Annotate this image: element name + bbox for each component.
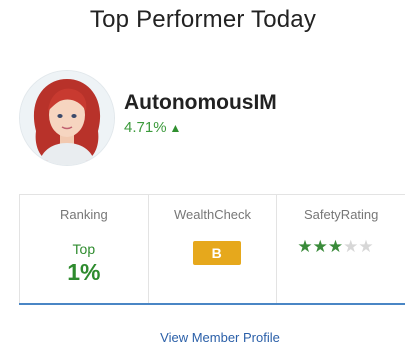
safetyrating-stat: SafetyRating ★★★★★ <box>276 195 405 303</box>
avatar-illustration <box>20 71 114 165</box>
ranking-label: Ranking <box>59 207 108 222</box>
ranking-percent: 1% <box>67 259 101 285</box>
safetyrating-label: SafetyRating <box>303 207 379 222</box>
wealthcheck-grade-badge: B <box>192 241 241 265</box>
star-filled-icon: ★ <box>327 237 344 256</box>
star-empty-icon: ★ <box>343 237 359 256</box>
safety-stars: ★★★★★ <box>297 237 373 257</box>
wealthcheck-label: WealthCheck <box>173 207 252 222</box>
stats-panel: Ranking Top 1% WealthCheck B SafetyRatin… <box>19 194 405 305</box>
view-member-profile-link[interactable]: View Member Profile <box>0 330 406 345</box>
wealthcheck-stat: WealthCheck B <box>147 195 277 303</box>
widget-title: Top Performer Today <box>89 6 317 33</box>
star-filled-icon: ★ <box>297 237 313 256</box>
star-empty-icon: ★ <box>358 237 374 256</box>
star-filled-icon: ★ <box>312 237 328 256</box>
member-name[interactable]: AutonomousIM <box>124 91 277 115</box>
up-arrow-icon: ▲ <box>169 121 182 135</box>
member-avatar[interactable] <box>19 70 115 166</box>
ranking-stat: Ranking Top 1% <box>19 195 148 303</box>
member-change-value: 4.71% <box>124 119 167 136</box>
member-change: 4.71% ▲ <box>124 119 181 136</box>
ranking-top-text: Top <box>72 241 96 257</box>
